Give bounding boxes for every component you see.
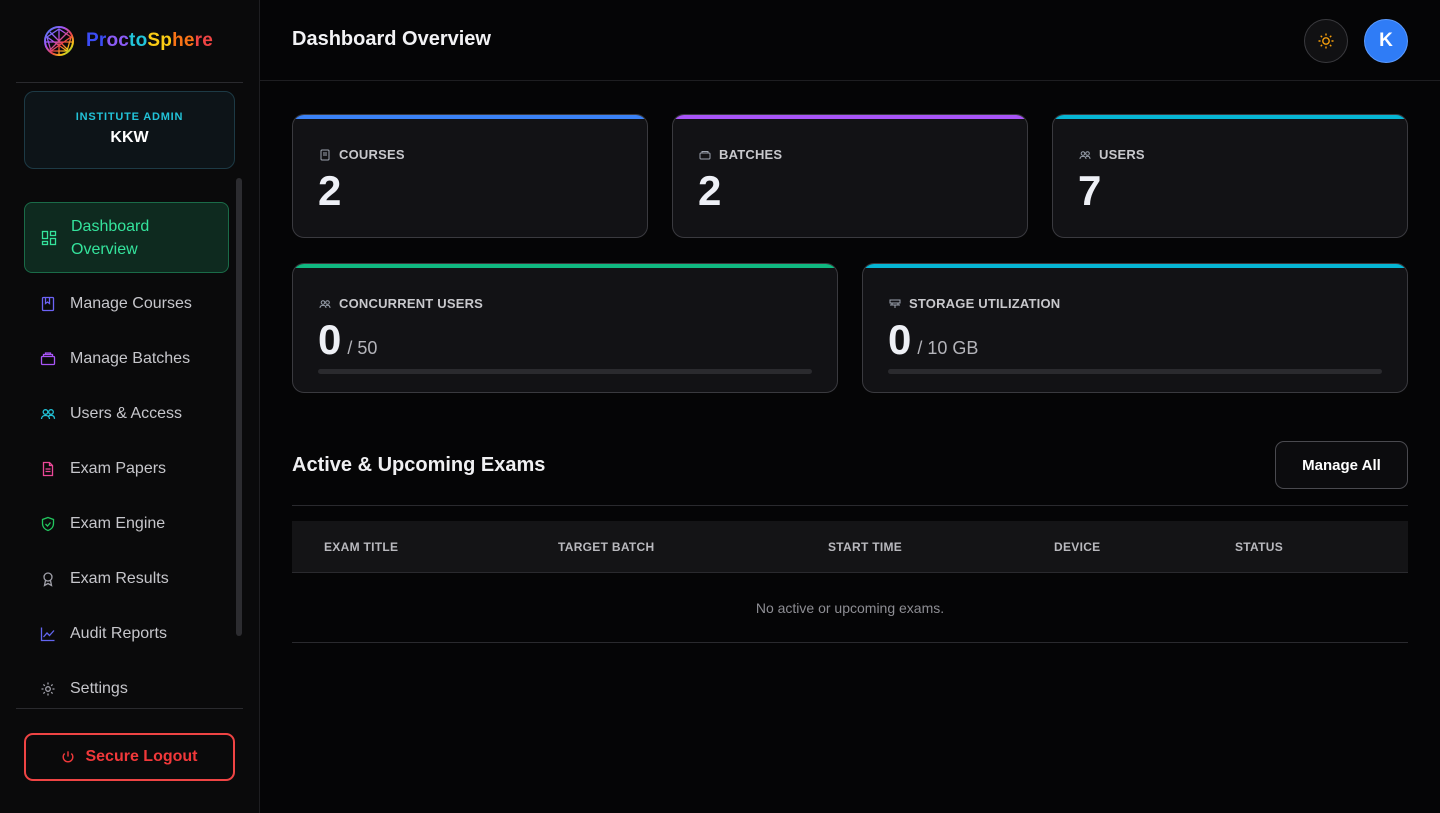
exams-section-title: Active & Upcoming Exams — [292, 454, 546, 476]
sidebar-item-users[interactable]: Users & Access — [24, 386, 229, 441]
users-count: 7 — [1078, 167, 1102, 214]
card-accent-bar — [863, 264, 1407, 268]
storage-value: 0/ 10 GB — [888, 316, 978, 364]
gear-icon — [41, 682, 55, 695]
role-label: INSTITUTE ADMIN — [75, 111, 184, 123]
brand-name: ProctoSphere — [86, 30, 213, 52]
sidebar-item-batches[interactable]: Manage Batches — [24, 331, 229, 386]
column-header-status[interactable]: STATUS — [1235, 540, 1283, 554]
sidebar-item-courses[interactable]: Manage Courses — [24, 276, 229, 331]
brand-name-part: oc — [106, 30, 130, 51]
concurrent-users-card: CONCURRENT USERS 0/ 50 — [292, 263, 838, 393]
users-icon — [1079, 150, 1091, 159]
stat-label: CONCURRENT USERS — [319, 296, 483, 311]
sidebar-item-exam-engine[interactable]: Exam Engine — [24, 496, 229, 551]
shield-check-icon — [41, 516, 55, 531]
batches-count: 2 — [698, 167, 722, 214]
sidebar-item-label: Settings — [70, 679, 128, 697]
storage-used: 0 — [888, 316, 912, 363]
sidebar-item-label: Dashboard Overview — [71, 217, 150, 258]
book-icon — [320, 149, 330, 160]
brand-name-part: Sp — [147, 30, 173, 51]
sidebar-scrollbar[interactable] — [236, 178, 242, 636]
logout-label: Secure Logout — [85, 748, 198, 765]
storage-utilization-card: STORAGE UTILIZATION 0/ 10 GB — [862, 263, 1408, 393]
sidebar: ProctoSphere INSTITUTE ADMIN KKW Dashboa… — [0, 0, 260, 813]
card-accent-bar — [293, 115, 647, 119]
globe-logo-icon — [44, 26, 74, 56]
page-title: Dashboard Overview — [292, 28, 491, 50]
concurrent-limit: / 50 — [347, 338, 378, 358]
users-icon — [319, 299, 331, 308]
sidebar-item-label: Exam Results — [70, 569, 169, 587]
column-header-device[interactable]: DEVICE — [1054, 540, 1100, 554]
power-icon — [62, 751, 74, 763]
sidebar-item-audit-reports[interactable]: Audit Reports — [24, 606, 229, 661]
stat-label-text: CONCURRENT USERS — [339, 296, 484, 311]
book-icon — [41, 296, 55, 311]
trend-chart-icon — [40, 627, 55, 641]
logout-button[interactable]: Secure Logout — [24, 733, 235, 781]
stat-label-text: BATCHES — [719, 147, 783, 162]
brand-logo[interactable]: ProctoSphere — [42, 24, 213, 58]
top-header: Dashboard Overview K — [260, 0, 1440, 81]
card-accent-bar — [1053, 115, 1407, 119]
award-icon — [43, 571, 53, 587]
concurrent-users-value: 0/ 50 — [318, 316, 377, 364]
stat-label-text: USERS — [1099, 147, 1145, 162]
sidebar-item-label: Manage Courses — [70, 294, 192, 312]
storage-progress-bar — [888, 369, 1382, 374]
divider — [292, 505, 1408, 506]
users-stat-card: USERS 7 — [1052, 114, 1408, 238]
divider — [16, 82, 243, 83]
brand-name-part: re — [194, 30, 214, 51]
column-header-target-batch[interactable]: TARGET BATCH — [558, 540, 654, 554]
user-avatar[interactable]: K — [1364, 19, 1408, 63]
stat-label-text: COURSES — [339, 147, 405, 162]
column-header-exam-title[interactable]: EXAM TITLE — [324, 540, 398, 554]
role-card: INSTITUTE ADMIN KKW — [24, 91, 235, 169]
divider — [16, 708, 243, 709]
brand-name-part: he — [172, 30, 195, 51]
sidebar-item-exam-papers[interactable]: Exam Papers — [24, 441, 229, 496]
briefcase-icon — [40, 351, 56, 365]
sidebar-item-label: Exam Engine — [70, 514, 166, 532]
sidebar-item-exam-results[interactable]: Exam Results — [24, 551, 229, 606]
manage-all-button[interactable]: Manage All — [1275, 441, 1408, 489]
stat-label: USERS — [1079, 147, 1145, 162]
sidebar-item-label: Users & Access — [70, 404, 183, 422]
storage-icon — [889, 299, 901, 308]
sidebar-item-dashboard[interactable]: Dashboard Overview — [24, 202, 229, 273]
card-accent-bar — [293, 264, 837, 268]
batches-stat-card: BATCHES 2 — [672, 114, 1028, 238]
stat-label: STORAGE UTILIZATION — [889, 296, 1060, 311]
document-icon — [42, 461, 54, 476]
users-icon — [40, 408, 56, 419]
sidebar-item-label: Audit Reports — [70, 624, 167, 642]
storage-limit: / 10 GB — [917, 338, 979, 358]
sun-icon — [1318, 33, 1334, 49]
column-header-start-time[interactable]: START TIME — [828, 540, 902, 554]
brand-name-part: to — [129, 30, 148, 51]
courses-stat-card: COURSES 2 — [292, 114, 648, 238]
concurrent-progress-bar — [318, 369, 812, 374]
concurrent-count: 0 — [318, 316, 342, 363]
sidebar-item-label: Exam Papers — [70, 459, 167, 477]
stat-label: BATCHES — [699, 147, 782, 162]
stat-label: COURSES — [319, 147, 405, 162]
courses-count: 2 — [318, 167, 342, 214]
theme-toggle-button[interactable] — [1304, 19, 1348, 63]
exams-table: EXAM TITLE TARGET BATCH START TIME DEVIC… — [292, 521, 1408, 643]
table-header: EXAM TITLE TARGET BATCH START TIME DEVIC… — [292, 521, 1408, 573]
sidebar-item-label: Manage Batches — [70, 349, 191, 367]
stat-label-text: STORAGE UTILIZATION — [909, 296, 1061, 311]
institute-name: KKW — [110, 129, 149, 146]
dashboard-icon — [41, 230, 57, 245]
sidebar-nav: Dashboard Overview Manage Courses Manage… — [24, 202, 229, 716]
card-accent-bar — [673, 115, 1027, 119]
brand-name-part: Pr — [86, 30, 107, 51]
empty-state-row: No active or upcoming exams. — [292, 573, 1408, 643]
briefcase-icon — [699, 150, 711, 159]
